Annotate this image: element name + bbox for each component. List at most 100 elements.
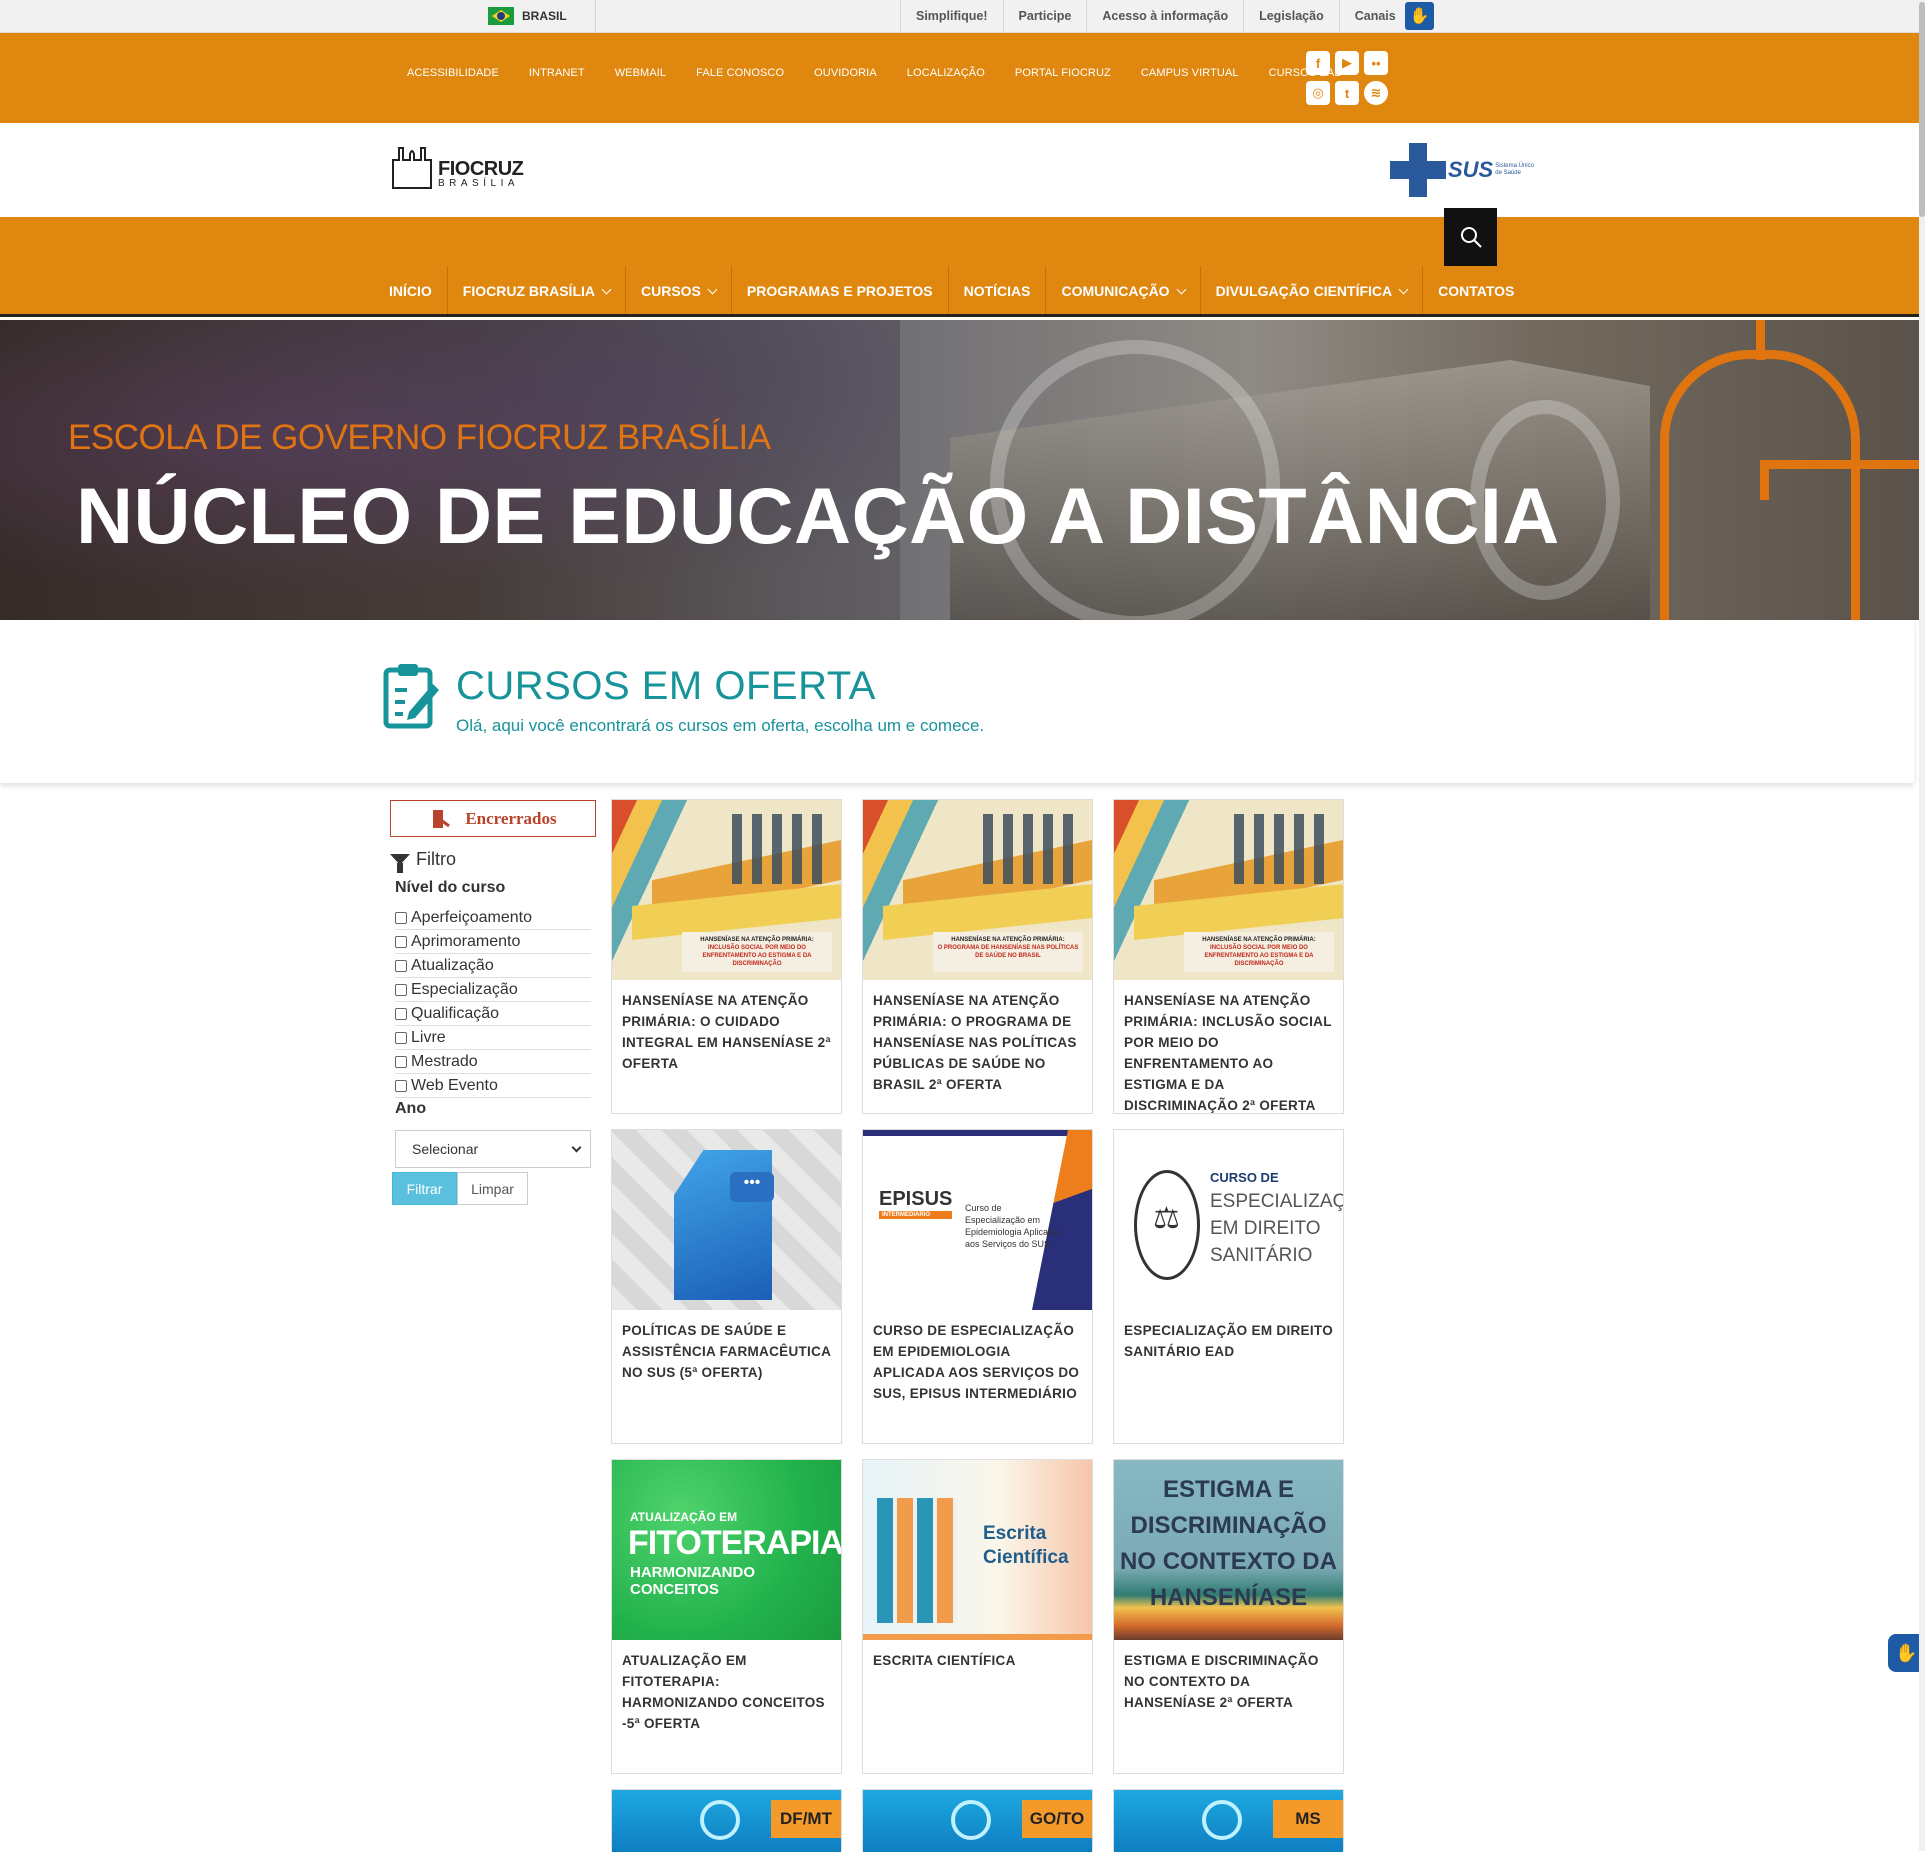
region-tag: DF/MT [771, 1800, 841, 1838]
course-card[interactable]: ESTIGMA E DISCRIMINAÇÃO NO CONTEXTO DA H… [1113, 1459, 1344, 1774]
spotify-icon[interactable]: ≋ [1364, 81, 1388, 105]
checkbox-label: Livre [411, 1028, 446, 1046]
hand-sign-icon[interactable]: ✋ [1405, 2, 1434, 30]
level-checkbox-aperfeicoamento[interactable]: Aperfeiçoamento [395, 906, 591, 930]
gov-link-simplifique[interactable]: Simplifique! [900, 0, 1003, 32]
level-checkbox-especializacao[interactable]: Especialização [395, 978, 591, 1002]
sus-logo[interactable]: SUS Sistema Único de Saúde [1390, 143, 1535, 197]
course-thumbnail[interactable]: HANSENÍASE NA ATENÇÃO PRIMÁRIA: INCLUSÃO … [612, 800, 841, 980]
course-thumbnail[interactable]: GO/TO [863, 1790, 1092, 1852]
course-thumbnail[interactable]: CURSO DE ESPECIALIZAÇÃO EM DIREITO SANIT… [1114, 1130, 1343, 1310]
twitter-icon[interactable]: t [1335, 81, 1359, 105]
gov-link-participe[interactable]: Participe [1002, 0, 1087, 32]
youtube-icon[interactable]: ▶ [1335, 51, 1359, 75]
nav-item-contatos[interactable]: CONTATOS [1423, 266, 1529, 316]
course-title[interactable]: CURSO DE ESPECIALIZAÇÃO EM EPIDEMIOLOGIA… [873, 1320, 1085, 1404]
nav-item-comunicacao[interactable]: COMUNICAÇÃO [1046, 266, 1201, 316]
page-subtitle: Olá, aqui você encontrará os cursos em o… [456, 716, 985, 735]
level-checkbox-mestrado[interactable]: Mestrado [395, 1050, 591, 1074]
gov-link-acesso-informacao[interactable]: Acesso à informação [1086, 0, 1243, 32]
service-link-portal-fiocruz[interactable]: PORTAL FIOCRUZ [1015, 67, 1111, 79]
course-card[interactable]: ATUALIZAÇÃO EM FITOTERAPIA: HARMONIZANDO… [611, 1459, 842, 1774]
course-thumbnail[interactable]: HANSENÍASE NA ATENÇÃO PRIMÁRIA: O PROGRAM… [863, 800, 1092, 980]
nav-item-divulgacao-cientifica[interactable]: DIVULGAÇÃO CIENTÍFICA [1201, 266, 1424, 316]
checkbox[interactable] [395, 935, 407, 948]
social-links: f ▶ •• ◎ t ≋ [1306, 51, 1396, 105]
course-card[interactable]: CURSO DE ESPECIALIZAÇÃO EM DIREITO SANIT… [1113, 1129, 1344, 1444]
service-link-acessibilidade[interactable]: ACESSIBILIDADE [407, 67, 499, 79]
year-select[interactable]: Selecionar [395, 1130, 591, 1168]
course-thumbnail[interactable]: MS [1114, 1790, 1343, 1852]
course-thumbnail[interactable]: DF/MT [612, 1790, 841, 1852]
gov-link-legislacao[interactable]: Legislação [1243, 0, 1339, 32]
gov-brasil-link[interactable]: BRASIL [488, 0, 596, 32]
service-link-fale-conosco[interactable]: FALE CONOSCO [696, 67, 784, 79]
clear-button[interactable]: Limpar [457, 1172, 528, 1205]
level-checkbox-aprimoramento[interactable]: Aprimoramento [395, 930, 591, 954]
checkbox[interactable] [395, 1031, 407, 1044]
course-thumbnail[interactable]: Escrita Científica [863, 1460, 1092, 1640]
level-checkbox-livre[interactable]: Livre [395, 1026, 591, 1050]
flickr-icon[interactable]: •• [1364, 51, 1388, 75]
course-thumbnail[interactable]: EPISUS INTERMEDIÁRIO Curso de Especializa… [863, 1130, 1092, 1310]
checkbox[interactable] [395, 959, 407, 972]
nav-item-fiocruz-brasilia[interactable]: FIOCRUZ BRASÍLIA [448, 266, 626, 316]
level-checkbox-qualificacao[interactable]: Qualificação [395, 1002, 591, 1026]
service-link-intranet[interactable]: INTRANET [529, 67, 585, 79]
course-card[interactable]: HANSENÍASE NA ATENÇÃO PRIMÁRIA: O PROGRAM… [862, 799, 1093, 1114]
course-title[interactable]: ATUALIZAÇÃO EM FITOTERAPIA: HARMONIZANDO… [622, 1650, 834, 1734]
checkbox[interactable] [395, 1079, 407, 1092]
nav-item-cursos[interactable]: CURSOS [626, 266, 732, 316]
checkbox[interactable] [395, 1055, 407, 1068]
course-title[interactable]: HANSENÍASE NA ATENÇÃO PRIMÁRIA: O PROGRA… [873, 990, 1085, 1095]
service-link-localizacao[interactable]: LOCALIZAÇÃO [907, 67, 985, 79]
service-link-webmail[interactable]: WEBMAIL [615, 67, 666, 79]
course-card[interactable]: HANSENÍASE NA ATENÇÃO PRIMÁRIA: INCLUSÃO … [1113, 799, 1344, 1114]
course-card[interactable]: EPISUS INTERMEDIÁRIO Curso de Especializa… [862, 1129, 1093, 1444]
instagram-icon[interactable]: ◎ [1306, 81, 1330, 105]
course-card[interactable]: HANSENÍASE NA ATENÇÃO PRIMÁRIA: INCLUSÃO … [611, 799, 842, 1114]
course-thumbnail[interactable]: ESTIGMA E DISCRIMINAÇÃO NO CONTEXTO DA H… [1114, 1460, 1343, 1640]
nav-item-inicio[interactable]: INÍCIO [374, 266, 448, 316]
course-thumbnail[interactable]: ••• [612, 1130, 841, 1310]
course-title[interactable]: ESTIGMA E DISCRIMINAÇÃO NO CONTEXTO DA H… [1124, 1650, 1336, 1713]
course-title[interactable]: POLÍTICAS DE SAÚDE E ASSISTÊNCIA FARMACÊ… [622, 1320, 834, 1383]
checkbox[interactable] [395, 1007, 407, 1020]
search-button[interactable] [1444, 208, 1497, 266]
course-card[interactable]: Escrita Científica ESCRITA CIENTÍFICA [862, 1459, 1093, 1774]
facebook-icon[interactable]: f [1306, 51, 1330, 75]
nav-item-programas-projetos[interactable]: PROGRAMAS E PROJETOS [732, 266, 949, 316]
gov-link-canais[interactable]: Canais [1338, 0, 1411, 32]
course-title[interactable]: HANSENÍASE NA ATENÇÃO PRIMÁRIA: O CUIDAD… [622, 990, 834, 1074]
thumb-art [863, 1130, 1092, 1136]
chat-bubble-icon: ••• [730, 1172, 774, 1202]
checkbox[interactable] [395, 983, 407, 996]
course-thumbnail[interactable]: ATUALIZAÇÃO EM FITOTERAPIA: HARMONIZANDO… [612, 1460, 841, 1640]
chevron-down-icon [707, 284, 718, 294]
thumb-art [863, 1634, 1092, 1640]
scrollbar[interactable] [1919, 0, 1925, 1851]
closed-courses-button[interactable]: Encrerrados [390, 800, 596, 837]
course-card[interactable]: DF/MT [611, 1789, 842, 1852]
people-silhouettes-icon [877, 1498, 957, 1623]
level-checkbox-atualizacao[interactable]: Atualização [395, 954, 591, 978]
course-title[interactable]: HANSENÍASE NA ATENÇÃO PRIMÁRIA: INCLUSÃO… [1124, 990, 1336, 1116]
checkbox-label: Especialização [411, 980, 518, 998]
course-card[interactable]: MS [1113, 1789, 1344, 1852]
scrollbar-thumb[interactable] [1919, 2, 1925, 217]
service-link-ouvidoria[interactable]: OUVIDORIA [814, 67, 877, 79]
course-card[interactable]: ••• POLÍTICAS DE SAÚDE E ASSISTÊNCIA FAR… [611, 1129, 842, 1444]
level-checkbox-web-evento[interactable]: Web Evento [395, 1074, 591, 1098]
episus-logo-text: EPISUS [879, 1188, 953, 1210]
checkbox[interactable] [395, 911, 407, 924]
nav-label: NOTÍCIAS [963, 283, 1031, 299]
scales-of-justice-icon [1134, 1170, 1200, 1280]
fiocruz-logo[interactable]: FIOCRUZ BRASÍLIA [390, 138, 524, 190]
nav-item-noticias[interactable]: NOTÍCIAS [949, 266, 1047, 316]
service-link-campus-virtual[interactable]: CAMPUS VIRTUAL [1141, 67, 1239, 79]
course-title[interactable]: ESPECIALIZAÇÃO EM DIREITO SANITÁRIO EAD [1124, 1320, 1336, 1362]
course-title[interactable]: ESCRITA CIENTÍFICA [873, 1650, 1085, 1671]
course-card[interactable]: GO/TO [862, 1789, 1093, 1852]
course-thumbnail[interactable]: HANSENÍASE NA ATENÇÃO PRIMÁRIA: INCLUSÃO … [1114, 800, 1343, 980]
filter-button[interactable]: Filtrar [392, 1172, 457, 1205]
